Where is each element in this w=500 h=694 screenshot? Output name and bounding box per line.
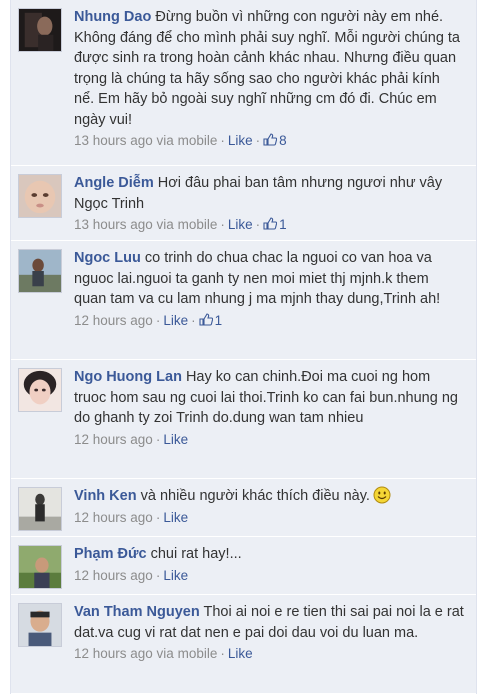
comment-body: Van Tham Nguyen Thoi ai noi e re tien th… (74, 602, 464, 643)
like-button[interactable]: Like (163, 313, 188, 328)
comment-item: Angle Diễm Hơi đâu phai ban tâm nhưng ng… (11, 166, 476, 241)
smiley-icon (373, 486, 391, 504)
comment-body: Ngoc Luu co trinh do chua chac la nguoi … (74, 248, 464, 310)
comment-meta: 12 hours ago via mobile · Like (74, 646, 253, 661)
comment-timestamp[interactable]: 12 hours ago (74, 568, 153, 583)
comment-author[interactable]: Nhung Dao (74, 9, 151, 25)
comment-body: Ngo Huong Lan Hay ko can chinh.Đoi ma cu… (74, 367, 464, 429)
comment-item: Ngoc Luu co trinh do chua chac la nguoi … (11, 241, 476, 360)
comment-author[interactable]: Ngo Huong Lan (74, 369, 182, 385)
avatar[interactable] (18, 8, 62, 52)
comment-body: Nhung Dao Đừng buồn vì những con người n… (74, 7, 464, 130)
avatar[interactable] (18, 603, 62, 647)
comment-meta: 12 hours ago · Like · 1 (74, 312, 223, 328)
comment-author[interactable]: Vinh Ken (74, 488, 137, 504)
comment-item: Phạm Đức chui rat hay!... 12 hours ago · L… (11, 537, 476, 595)
comment-text: chui rat hay!... (146, 546, 242, 562)
like-button[interactable]: Like (163, 510, 188, 525)
comment-timestamp[interactable]: 13 hours ago via mobile (74, 133, 217, 148)
thumbs-up-icon (263, 217, 278, 230)
like-button[interactable]: Like (228, 217, 253, 232)
comment-meta: 12 hours ago · Like (74, 509, 189, 525)
avatar[interactable] (18, 174, 62, 218)
comment-item: Van Tham Nguyen Thoi ai noi e re tien th… (11, 595, 476, 694)
comment-timestamp[interactable]: 13 hours ago via mobile (74, 217, 217, 232)
comment-item: Nhung Dao Đừng buồn vì những con người n… (11, 0, 476, 166)
comment-meta: 13 hours ago via mobile · Like · 8 (74, 133, 287, 148)
comment-text: Đừng buồn vì những con người này em nhé.… (74, 9, 460, 128)
comment-timestamp[interactable]: 12 hours ago via mobile (74, 646, 217, 661)
like-count[interactable]: 1 (263, 217, 287, 232)
comment-author[interactable]: Phạm Đức (74, 546, 147, 562)
comment-author[interactable]: Angle Diễm (74, 175, 154, 191)
thumbs-up-icon (263, 133, 278, 146)
comment-author[interactable]: Ngoc Luu (74, 250, 141, 266)
like-count[interactable]: 8 (263, 133, 287, 148)
comment-body: Vinh Ken và nhiều người khác thích điều … (74, 486, 464, 507)
comment-author[interactable]: Van Tham Nguyen (74, 604, 200, 620)
comment-meta: 12 hours ago · Like (74, 431, 189, 447)
like-button[interactable]: Like (163, 568, 188, 583)
comment-meta: 13 hours ago via mobile · Like · 1 (74, 217, 287, 232)
comment-item: Vinh Ken và nhiều người khác thích điều … (11, 479, 476, 537)
comment-timestamp[interactable]: 12 hours ago (74, 313, 153, 328)
comment-item: Ngo Huong Lan Hay ko can chinh.Đoi ma cu… (11, 360, 476, 479)
like-button[interactable]: Like (228, 133, 253, 148)
thumbs-up-icon (199, 312, 213, 326)
comment-list: Nhung Dao Đừng buồn vì những con người n… (10, 0, 477, 694)
avatar[interactable] (18, 249, 62, 293)
like-count[interactable]: 1 (199, 312, 222, 328)
comment-body: Phạm Đức chui rat hay!... (74, 544, 464, 565)
comment-body: Angle Diễm Hơi đâu phai ban tâm nhưng ng… (74, 173, 464, 214)
comment-timestamp[interactable]: 12 hours ago (74, 432, 153, 447)
comment-meta: 12 hours ago · Like (74, 567, 189, 583)
avatar[interactable] (18, 487, 62, 531)
avatar[interactable] (18, 545, 62, 589)
like-button[interactable]: Like (163, 432, 188, 447)
like-button[interactable]: Like (228, 646, 253, 661)
comment-text: và nhiều người khác thích điều này. (136, 488, 370, 504)
comment-timestamp[interactable]: 12 hours ago (74, 510, 153, 525)
avatar[interactable] (18, 368, 62, 412)
